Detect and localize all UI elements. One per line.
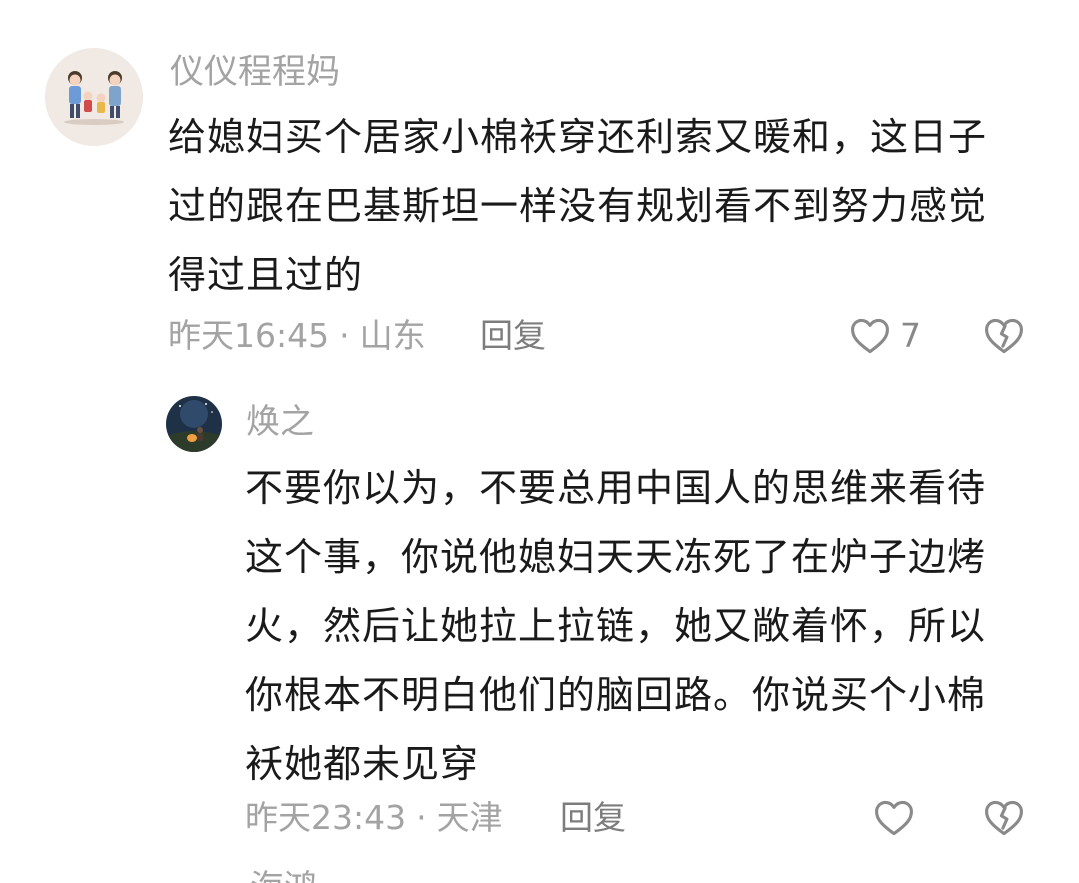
comment-text: 不要你以为，不要总用中国人的思维来看待 这个事，你说他媳妇天天冻死了在炉子边烤 …	[245, 454, 986, 799]
username[interactable]: 海鸿	[250, 868, 318, 883]
comment-text: 给媳妇买个居家小棉袄穿还利索又暖和，这日子 过的跟在巴基斯坦一样没有规划看不到努…	[168, 103, 987, 310]
comment-meta: 昨天23:43 · 天津	[245, 798, 503, 838]
separator: ·	[416, 798, 427, 837]
family-avatar-icon	[45, 48, 143, 146]
location: 山东	[359, 316, 426, 355]
comment-thread: 仪仪程程妈 给媳妇买个居家小棉袄穿还利索又暖和，这日子 过的跟在巴基斯坦一样没有…	[0, 0, 1079, 883]
timestamp: 昨天16:45	[168, 316, 330, 355]
reply-button[interactable]: 回复	[560, 798, 626, 838]
like-button[interactable]	[872, 796, 924, 840]
comment-line: 不要你以为，不要总用中国人的思维来看待	[245, 466, 987, 510]
comment-meta: 昨天16:45 · 山东	[168, 316, 426, 356]
username[interactable]: 仪仪程程妈	[170, 52, 340, 92]
reply-button[interactable]: 回复	[480, 316, 546, 356]
username[interactable]: 焕之	[246, 402, 314, 442]
timestamp: 昨天23:43	[245, 798, 407, 837]
broken-heart-icon	[982, 796, 1026, 840]
comment-line: 你根本不明白他们的脑回路。你说买个小棉	[245, 673, 987, 717]
comment-line: 火，然后让她拉上拉链，她又敞着怀，所以	[245, 604, 987, 648]
comment-line: 得过且过的	[168, 253, 364, 297]
dislike-button[interactable]	[982, 796, 1026, 844]
like-count: 7	[900, 316, 921, 355]
heart-icon	[848, 314, 892, 358]
night-scene-avatar-icon	[166, 396, 222, 452]
broken-heart-icon	[982, 314, 1026, 358]
heart-icon	[872, 796, 916, 840]
comment-line: 过的跟在巴基斯坦一样没有规划看不到努力感觉	[168, 184, 988, 228]
comment-line: 袄她都未见穿	[245, 742, 480, 786]
dislike-button[interactable]	[982, 314, 1026, 362]
separator: ·	[339, 316, 350, 355]
like-button[interactable]: 7	[848, 314, 921, 358]
avatar[interactable]	[45, 48, 143, 146]
comment-line: 这个事，你说他媳妇天天冻死了在炉子边烤	[245, 535, 987, 579]
comment-line: 给媳妇买个居家小棉袄穿还利索又暖和，这日子	[168, 115, 988, 159]
avatar[interactable]	[166, 396, 222, 452]
location: 天津	[436, 798, 503, 837]
